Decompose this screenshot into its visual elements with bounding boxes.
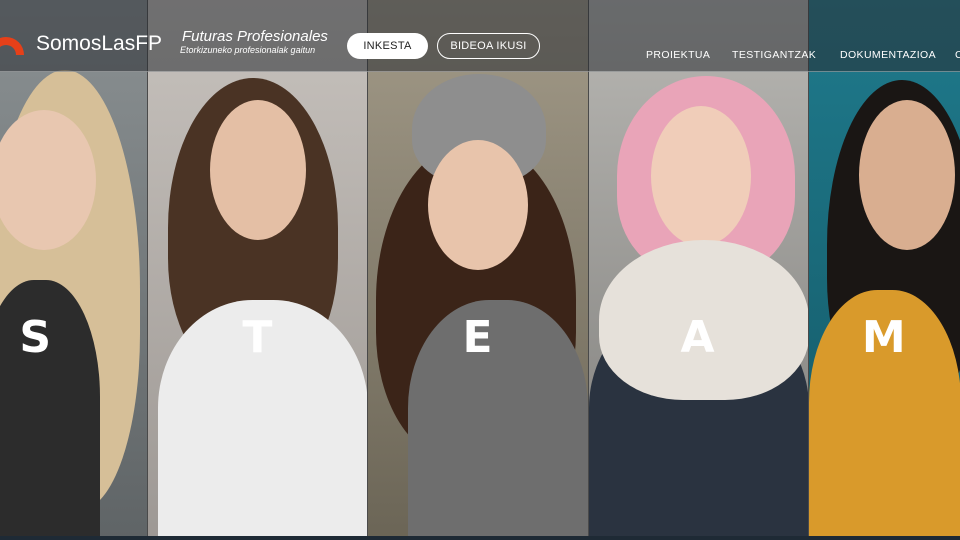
brand-name[interactable]: SomosLasFP — [36, 32, 162, 56]
portrait-panel-e: E — [368, 0, 589, 540]
steam-letter-t: T — [242, 312, 274, 363]
portrait-panel-m: M — [808, 0, 960, 540]
site-header: SomosLasFP Futuras Profesionales Etorkiz… — [0, 0, 960, 72]
steam-letter-e: E — [462, 312, 494, 363]
survey-button[interactable]: INKESTA — [347, 33, 428, 59]
watch-video-button[interactable]: BIDEOA IKUSI — [437, 33, 540, 59]
nav-item-dokumentazioa[interactable]: DOKUMENTAZIOA — [840, 49, 936, 61]
portrait-face — [858, 100, 955, 250]
steam-letter-m: M — [861, 312, 907, 363]
portrait-panel-s: S — [0, 0, 149, 540]
portrait-face — [650, 106, 751, 246]
nav-item-proiektua[interactable]: PROIEKTUA — [646, 49, 710, 61]
bottom-edge — [0, 536, 960, 540]
portrait-face — [210, 100, 307, 240]
tagline-title: Futuras Profesionales — [182, 28, 328, 45]
steam-letter-a: A — [680, 312, 716, 363]
nav-item-truncated[interactable]: C — [955, 49, 960, 61]
logo-arc-icon[interactable] — [0, 21, 26, 61]
portrait-panel-a: A — [588, 0, 809, 540]
steam-letter-s: S — [19, 312, 53, 363]
portrait-panel-t: T — [148, 0, 369, 540]
nav-item-testigantzak[interactable]: TESTIGANTZAK — [732, 49, 816, 61]
portrait-face — [428, 140, 529, 270]
steam-panels: S T E A M — [0, 0, 960, 540]
tagline-subtitle: Etorkizuneko profesionalak gaitun — [180, 45, 316, 55]
